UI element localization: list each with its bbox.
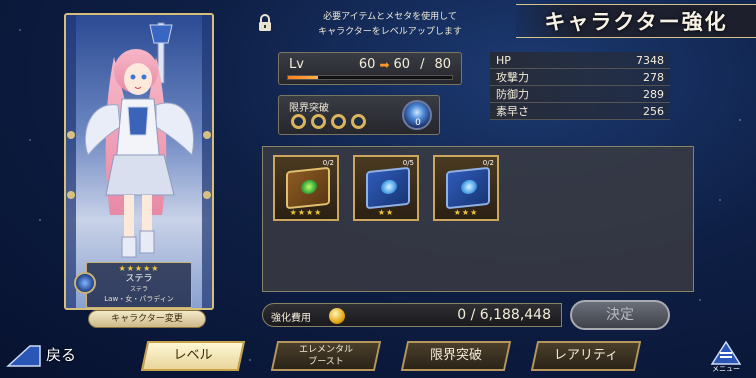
cost-value: 0 / 6,188,448 xyxy=(457,307,551,323)
limit-break-orb-count: 0 xyxy=(415,118,421,128)
gem-icon xyxy=(301,179,317,195)
item-stars: ★★★ xyxy=(453,208,479,217)
tab-label-line-2: ブースト xyxy=(308,357,344,367)
stats-panel: HP 7348 攻撃力 278 防御力 289 素早さ 256 xyxy=(490,52,670,120)
tab-level[interactable]: レベル xyxy=(134,341,252,371)
level-current: 60 xyxy=(358,57,376,72)
info-text: 必要アイテムとメセタを使用して キャラクターをレベルアップします xyxy=(290,10,490,40)
cost-label: 強化費用 xyxy=(271,313,311,324)
stat-label: 防御力 xyxy=(496,88,529,101)
lock-icon xyxy=(259,14,271,31)
level-progress-bar xyxy=(287,75,453,80)
page-title: キャラクター強化 xyxy=(544,10,728,34)
change-character-button[interactable]: キャラクター変更 xyxy=(88,310,206,328)
tab-limit-break[interactable]: 限界突破 xyxy=(394,341,518,371)
required-items-area: 0/2 ★★★★ 0/5 ★★ 0/2 ★★★ xyxy=(262,146,694,292)
item-stars: ★★★★ xyxy=(289,208,323,217)
tab-label-line-1: エレメンタル xyxy=(298,345,353,355)
level-panel: Lv 60 ➡ 60 / 80 xyxy=(278,52,462,85)
meseta-coin-icon xyxy=(329,308,345,324)
blue-book-icon xyxy=(446,166,490,210)
info-line-2: キャラクターをレベルアップします xyxy=(318,27,462,37)
stat-value: 7348 xyxy=(636,53,664,67)
stat-value: 278 xyxy=(643,70,664,84)
stat-row-attack: 攻撃力 278 xyxy=(490,69,670,86)
limit-break-ring xyxy=(331,114,346,129)
level-values: 60 ➡ 60 / 80 xyxy=(359,57,451,72)
back-label: 戻る xyxy=(46,346,77,364)
card-class: Law・女・パラディン xyxy=(104,295,174,303)
limit-break-rings xyxy=(291,114,366,129)
back-arrow-icon xyxy=(6,345,41,367)
element-paw-icon xyxy=(74,272,96,294)
menu-label: メニュー xyxy=(712,365,740,373)
level-separator: / xyxy=(420,57,425,72)
tab-rarity[interactable]: レアリティ xyxy=(524,341,648,371)
item-count: 0/2 xyxy=(322,159,334,167)
card-name-plate: ★★★★★ ステラ ステラ Law・女・パラディン xyxy=(86,262,192,308)
stat-value: 256 xyxy=(643,104,664,118)
level-max: 80 xyxy=(434,57,451,72)
item-count: 0/2 xyxy=(482,159,494,167)
level-progress-fill xyxy=(288,76,318,79)
card-character-name: ステラ xyxy=(125,274,153,284)
item-slot[interactable]: 0/5 ★★ xyxy=(353,155,419,221)
tab-label: レベル xyxy=(173,348,213,363)
tab-elemental-boost[interactable]: エレメンタル ブースト xyxy=(264,341,388,371)
item-stars: ★★ xyxy=(377,208,395,217)
menu-button[interactable]: メニュー xyxy=(704,338,748,374)
limit-break-ring xyxy=(351,114,366,129)
stat-row-defense: 防御力 289 xyxy=(490,86,670,103)
menu-icon xyxy=(710,340,742,365)
stat-label: 攻撃力 xyxy=(496,71,529,84)
tab-label: エレメンタル ブースト xyxy=(264,341,388,368)
tab-label: 限界突破 xyxy=(429,348,482,363)
gem-icon xyxy=(461,179,477,195)
level-label: Lv xyxy=(289,57,304,72)
card-rarity-stars: ★★★★★ xyxy=(118,264,160,273)
blue-book-icon xyxy=(366,166,410,210)
arrow-right-icon: ➡ xyxy=(379,57,390,72)
info-line-1: 必要アイテムとメセタを使用して xyxy=(323,12,457,22)
character-card[interactable]: ★★★★★ ステラ ステラ Law・女・パラディン xyxy=(64,13,214,310)
limit-break-ring xyxy=(291,114,306,129)
stat-row-hp: HP 7348 xyxy=(490,52,670,69)
limit-break-label: 限界突破 xyxy=(289,103,329,114)
back-button[interactable]: 戻る xyxy=(4,340,90,370)
tab-label: レアリティ xyxy=(553,348,619,363)
item-count: 0/5 xyxy=(402,159,414,167)
stat-label: HP xyxy=(496,53,511,67)
limit-break-ring xyxy=(311,114,326,129)
gem-icon xyxy=(381,179,397,195)
stat-row-speed: 素早さ 256 xyxy=(490,103,670,120)
item-slot[interactable]: 0/2 ★★★★ xyxy=(273,155,339,221)
level-target: 60 xyxy=(393,57,411,72)
gold-book-icon xyxy=(286,166,330,210)
stat-label: 素早さ xyxy=(496,105,529,118)
stat-value: 289 xyxy=(643,87,664,101)
title-banner: キャラクター強化 xyxy=(516,4,756,38)
card-subtitle: ステラ xyxy=(129,286,148,293)
confirm-button[interactable]: 決定 xyxy=(570,300,670,330)
cost-bar: 強化費用 0 / 6,188,448 xyxy=(262,303,562,327)
item-slot[interactable]: 0/2 ★★★ xyxy=(433,155,499,221)
